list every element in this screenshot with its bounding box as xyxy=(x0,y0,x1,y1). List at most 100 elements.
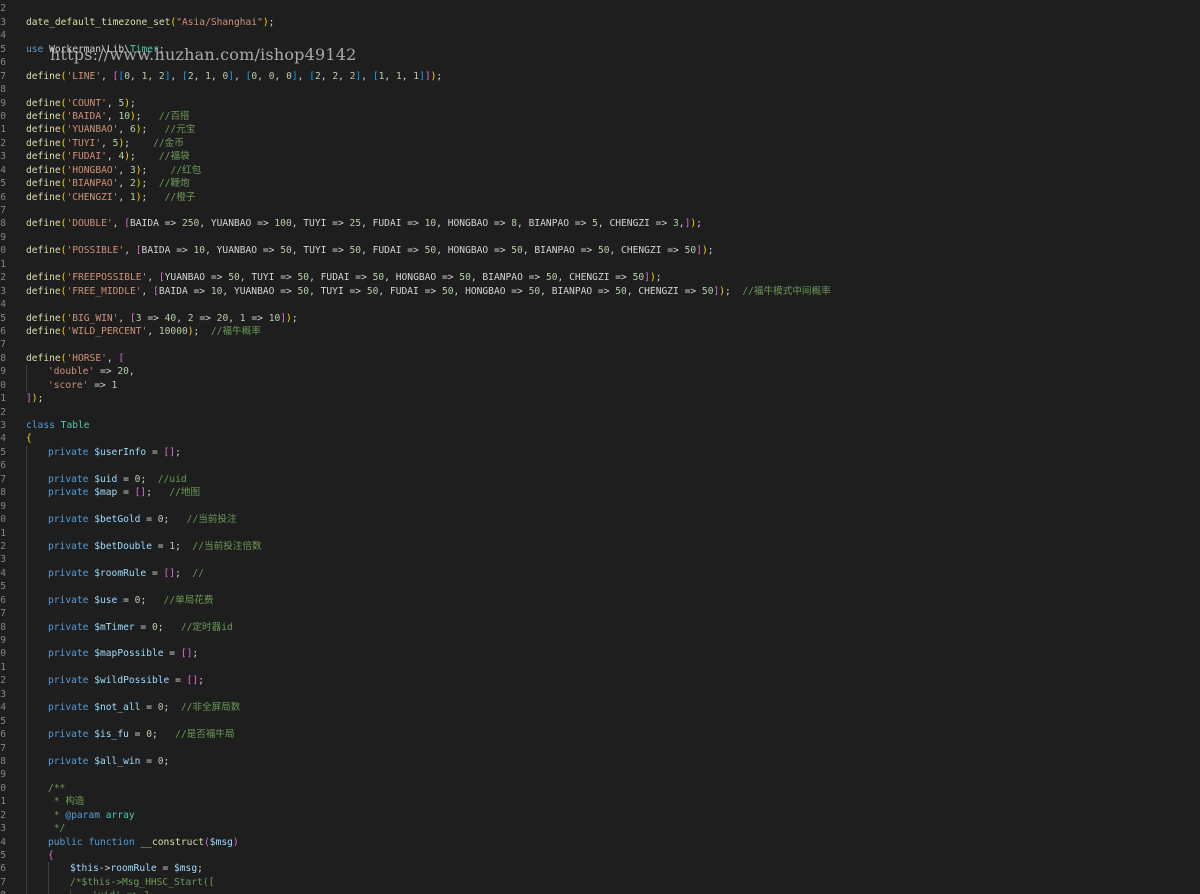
code-line[interactable]: 52 private $wildPossible = []; xyxy=(0,674,1200,688)
code-line[interactable]: 65 { xyxy=(0,849,1200,863)
code-line[interactable]: 23 define('FREE_MIDDLE', [BAIDA => 10, YU… xyxy=(0,285,1200,298)
code-line[interactable]: 50 private $mapPossible = []; xyxy=(0,647,1200,661)
code-token: ; xyxy=(175,540,193,552)
code-line[interactable]: 17 xyxy=(0,204,1200,217)
code-line[interactable]: 41 xyxy=(0,526,1200,540)
indent-guide xyxy=(26,526,27,540)
code-line[interactable]: 64 public function __construct($msg) xyxy=(0,835,1200,849)
code-line[interactable]: 38 private $map = []; //地图 xyxy=(0,486,1200,500)
code-token: $mTimer xyxy=(94,621,135,633)
code-line[interactable]: 43 xyxy=(0,553,1200,567)
code-token: private xyxy=(48,540,89,552)
code-line[interactable]: 58 private $all_win = 0; xyxy=(0,754,1200,769)
code-token: private xyxy=(48,594,89,606)
code-token: private xyxy=(48,648,89,660)
code-token: $wildPossible xyxy=(94,675,170,687)
code-line[interactable]: 40 private $betGold = 0; //当前投注 xyxy=(0,513,1200,527)
code-line[interactable]: 37 private $uid = 0; //uid xyxy=(0,472,1200,487)
code-line[interactable]: 36 xyxy=(0,459,1200,473)
code-token: ; xyxy=(141,164,171,176)
code-line[interactable]: 60 /** xyxy=(0,781,1200,796)
code-token: = xyxy=(169,675,187,687)
code-line[interactable]: 44 private $roomRule = []; // xyxy=(0,566,1200,581)
code-line[interactable]: 10define('BAIDA', 10); //百搭 xyxy=(0,110,1200,123)
code-line[interactable]: 25 define('BIG_WIN', [3 => 40, 2 => 20, 1… xyxy=(0,312,1200,325)
line-number: 7 xyxy=(0,70,6,82)
code-token: $msg xyxy=(174,863,198,875)
line-number: 25 xyxy=(0,312,6,324)
indent-guide xyxy=(26,472,27,487)
code-token: "Asia/Shanghai" xyxy=(176,16,263,28)
code-line[interactable]: 7 define('LINE', [[0, 1, 2], [2, 1, 0], [… xyxy=(0,70,1200,83)
code-line[interactable]: 21 xyxy=(0,258,1200,271)
code-line[interactable]: 32 xyxy=(0,406,1200,419)
code-line[interactable]: 12 define('TUYI', 5); //金币 xyxy=(0,137,1200,150)
indent-guide xyxy=(26,580,27,594)
code-line[interactable]: 13 define('FUDAI', 4); //福袋 xyxy=(0,150,1200,163)
code-line[interactable]: 48 private $mTimer = 0; //定时器id xyxy=(0,620,1200,634)
code-line[interactable]: 45 xyxy=(0,580,1200,594)
code-line[interactable]: 63 */ xyxy=(0,822,1200,836)
code-line[interactable]: 16 define('CHENGZI', 1); //橙子 xyxy=(0,191,1200,204)
code-line[interactable]: 42 private $betDouble = 1; //当前投注倍数 xyxy=(0,539,1200,554)
line-code: define('BIG_WIN', [3 => 40, 2 => 20, 1 =… xyxy=(26,312,298,325)
code-line[interactable]: 54 private $not_all = 0; //非全屏局数 xyxy=(0,701,1200,715)
code-token: //单局花费 xyxy=(163,594,214,606)
code-line[interactable]: 35 private $userInfo = []; xyxy=(0,445,1200,460)
code-line[interactable]: 61 * 构造 xyxy=(0,795,1200,809)
code-line[interactable]: 3 date_default_timezone_set("Asia/Shangha… xyxy=(0,16,1200,29)
code-line[interactable]: 28 define('HORSE', [ xyxy=(0,352,1200,365)
code-token: [ xyxy=(118,352,125,364)
code-line[interactable]: 8 xyxy=(0,83,1200,96)
code-line[interactable]: 29 'double' => 20, xyxy=(0,365,1200,379)
code-line[interactable]: 39 xyxy=(0,499,1200,514)
code-line[interactable]: 62 * @param array xyxy=(0,808,1200,823)
code-line[interactable]: 22 define('FREEPOSSIBLE', [YUANBAO => 50,… xyxy=(0,271,1200,284)
code-line[interactable]: 34 { xyxy=(0,432,1200,445)
code-token: $betDouble xyxy=(94,540,152,552)
code-line[interactable]: 4 xyxy=(0,29,1200,42)
code-line[interactable]: 46 private $use = 0; //单局花费 xyxy=(0,593,1200,608)
code-line[interactable]: 56 private $is_fu = 0; //是否福牛局 xyxy=(0,728,1200,742)
code-line[interactable]: 51 xyxy=(0,660,1200,675)
code-line[interactable]: 55 xyxy=(0,714,1200,729)
code-line[interactable]: 14 define('HONGBAO', 3); //红包 xyxy=(0,164,1200,177)
code-token: [] xyxy=(186,675,199,687)
code-token: , xyxy=(147,325,159,337)
code-line[interactable]: 15 define('BIANPAO', 2); //鞭炮 xyxy=(0,177,1200,190)
code-line[interactable]: 30 'score' => 1 xyxy=(0,378,1200,393)
code-editor[interactable]: 1 <?php 23 date_default_timezone_set("Asia/… xyxy=(0,0,1200,894)
code-line[interactable]: 27 xyxy=(0,338,1200,351)
code-line[interactable]: 9 define('COUNT', 5); xyxy=(0,97,1200,110)
code-line[interactable]: 33 class Table xyxy=(0,419,1200,432)
code-line[interactable]: 11 define('YUANBAO', 6); //元宝 xyxy=(0,123,1200,136)
code-line[interactable]: 2 xyxy=(0,2,1200,15)
code-line[interactable]: 53 xyxy=(0,687,1200,702)
code-token: private xyxy=(48,755,89,767)
line-code: private $map = []; //地图 xyxy=(48,486,200,499)
code-token: ; xyxy=(130,151,159,163)
code-line[interactable]: 68 'uid' => 1, xyxy=(0,889,1200,894)
code-token: define xyxy=(26,178,61,190)
code-line[interactable]: 49 xyxy=(0,634,1200,648)
code-line[interactable]: 47 xyxy=(0,607,1200,621)
indent-guide xyxy=(26,875,27,890)
code-token: = xyxy=(128,729,147,741)
code-line[interactable]: 59 xyxy=(0,768,1200,782)
line-number: 8 xyxy=(0,84,6,96)
code-line[interactable]: 57 xyxy=(0,741,1200,755)
code-line[interactable]: 24 xyxy=(0,298,1200,311)
code-line[interactable]: 66 $this->roomRule = $msg; xyxy=(0,862,1200,876)
code-line[interactable]: 31]); xyxy=(0,392,1200,405)
line-number: 13 xyxy=(0,151,6,163)
line-code: { xyxy=(26,432,32,445)
code-token: = xyxy=(134,621,152,633)
line-number: 45 xyxy=(0,581,6,593)
code-line[interactable]: 20 define('POSSIBLE', [BAIDA => 10, YUANB… xyxy=(0,244,1200,257)
code-line[interactable]: 18 define('DOUBLE', [BAIDA => 250, YUANBA… xyxy=(0,217,1200,230)
code-line[interactable]: 19 xyxy=(0,231,1200,244)
code-line[interactable]: 67 /*$this->Msg_HHSC_Start([ xyxy=(0,875,1200,890)
code-token: 'BAIDA' xyxy=(66,110,107,122)
code-line[interactable]: 26 define('WILD_PERCENT', 10000); //福牛概率 xyxy=(0,325,1200,338)
code-token: 'uid' => 1, xyxy=(92,890,156,894)
